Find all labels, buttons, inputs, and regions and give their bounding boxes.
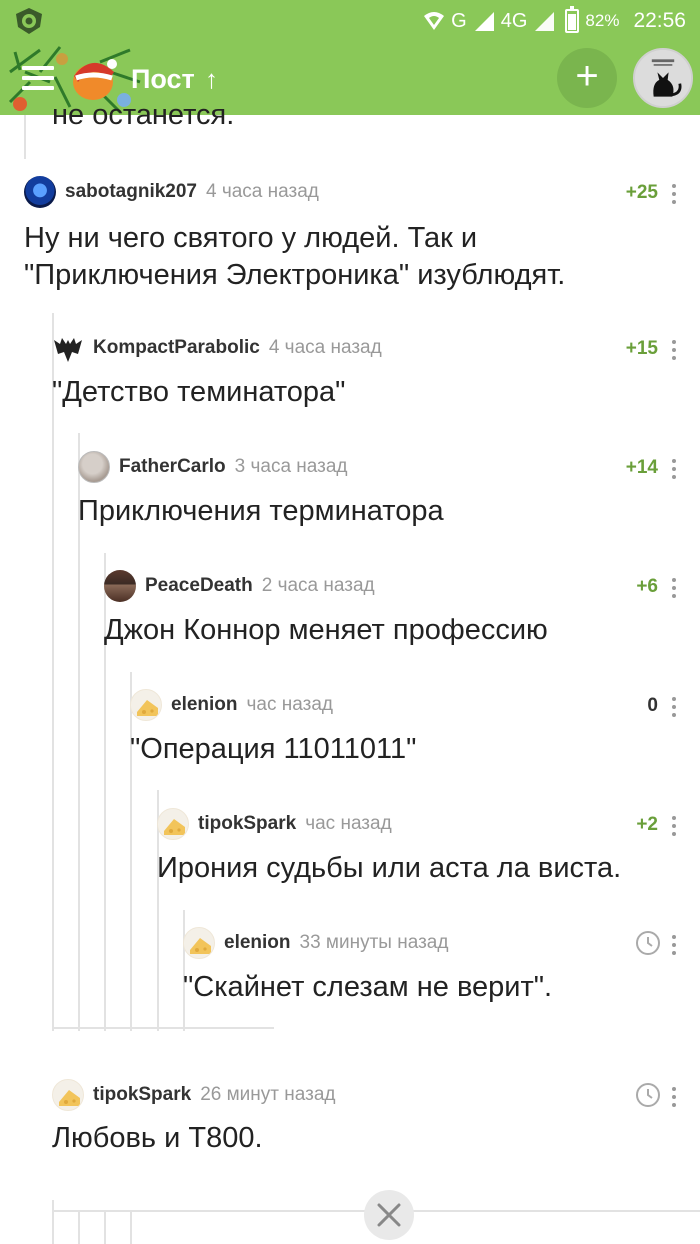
comment-time: 26 минут назад: [200, 1084, 336, 1105]
thread-line: [52, 1210, 382, 1212]
comment-text: Любовь и Т800.: [52, 1122, 263, 1154]
comment-text-line: "Приключения Электроника" изублюдят.: [24, 259, 566, 291]
more-icon[interactable]: [672, 184, 678, 204]
comment-header: tipokSpark час назад: [157, 807, 392, 841]
comment-header: elenion час назад: [130, 688, 333, 722]
clock-icon: [636, 1083, 660, 1107]
comment-header: PeaceDeath 2 часа назад: [104, 569, 375, 603]
username[interactable]: elenion: [171, 694, 238, 716]
thread-line: [52, 1200, 54, 1244]
thread-line: [52, 313, 54, 1031]
thread-line: [130, 1212, 132, 1244]
comment-rating: +2: [636, 814, 658, 835]
comment-text: "Детство теминатора": [52, 376, 346, 408]
comment-rating: +15: [625, 338, 658, 359]
username[interactable]: sabotagnik207: [65, 181, 197, 203]
comment-time: час назад: [305, 813, 392, 834]
battery-icon: [565, 6, 580, 33]
more-icon[interactable]: [672, 340, 678, 360]
comment-header: FatherCarlo 3 часа назад: [78, 450, 348, 484]
comment-time: час назад: [246, 694, 333, 715]
comment-text: Джон Коннор меняет профессию: [104, 614, 548, 646]
username[interactable]: PeaceDeath: [145, 575, 253, 597]
avatar[interactable]: [130, 689, 162, 721]
close-icon: [377, 1203, 401, 1227]
comment-header: KompactParabolic 4 часа назад: [52, 331, 382, 365]
comment-header: tipokSpark 26 минут назад: [52, 1078, 335, 1112]
thread-line: [24, 115, 26, 159]
avatar[interactable]: [183, 927, 215, 959]
cat-avatar-icon: [635, 50, 691, 106]
thread-line: [130, 672, 132, 1031]
close-button[interactable]: [364, 1190, 414, 1240]
bat-icon: [54, 338, 82, 362]
thread-line: [412, 1210, 700, 1212]
add-icon[interactable]: +: [557, 48, 617, 108]
username[interactable]: KompactParabolic: [93, 337, 260, 359]
wifi-icon: [424, 12, 445, 30]
comment-time: 4 часа назад: [206, 181, 319, 202]
status-bar: G 4G 82% 22:56: [0, 0, 700, 42]
username[interactable]: elenion: [224, 932, 291, 954]
comment-rating: +14: [625, 457, 658, 478]
avatar[interactable]: [52, 332, 84, 364]
cheese-icon: [137, 700, 158, 716]
avatar[interactable]: [24, 176, 56, 208]
cheese-icon: [59, 1090, 80, 1106]
comment-text: Ну ни чего святого у людей. Так и "Прикл…: [24, 220, 565, 294]
more-icon[interactable]: [672, 459, 678, 479]
avatar[interactable]: [52, 1079, 84, 1111]
menu-icon[interactable]: [22, 66, 54, 92]
clock-icon: [636, 931, 660, 955]
more-icon[interactable]: [672, 935, 678, 955]
cheese-icon: [164, 819, 185, 835]
comment-text-line: Ну ни чего святого у людей. Так и: [24, 222, 478, 254]
comment-text: Ирония судьбы или аста ла виста.: [157, 852, 622, 884]
signal-icon: [474, 12, 494, 31]
network-type-4g: 4G: [500, 9, 528, 32]
comment-text: "Скайнет слезам не верит".: [183, 971, 553, 1003]
more-icon[interactable]: [672, 1087, 678, 1107]
scroll-up-icon[interactable]: ↑: [205, 64, 218, 95]
username[interactable]: tipokSpark: [198, 813, 296, 835]
comment-time: 2 часа назад: [261, 575, 375, 596]
clipped-comment-text: не останется.: [52, 99, 235, 131]
comment-time: 4 часа назад: [268, 337, 382, 358]
comment-text: Приключения терминатора: [78, 495, 444, 527]
page-title: Пост: [131, 64, 195, 94]
comment-header: sabotagnik207 4 часа назад: [24, 175, 319, 209]
username[interactable]: FatherCarlo: [119, 456, 226, 478]
comment-time: 33 минуты назад: [299, 932, 449, 953]
thread-line: [78, 1212, 80, 1244]
signal-icon: [535, 12, 555, 31]
cheese-icon: [190, 938, 211, 954]
user-avatar[interactable]: [633, 48, 693, 108]
avatar[interactable]: [78, 451, 110, 483]
comment-time: 3 часа назад: [234, 456, 348, 477]
avatar[interactable]: [104, 570, 136, 602]
app-logo-icon: [16, 8, 42, 34]
more-icon[interactable]: [672, 697, 678, 717]
thread-line: [104, 1212, 106, 1244]
comment-text: "Операция 11011011": [130, 733, 417, 765]
thread-end-line: [52, 1027, 274, 1029]
avatar[interactable]: [157, 808, 189, 840]
more-icon[interactable]: [672, 578, 678, 598]
username[interactable]: tipokSpark: [93, 1084, 191, 1106]
comment-rating: +6: [636, 576, 658, 597]
network-type-g: G: [451, 9, 467, 32]
comment-rating: 0: [647, 695, 658, 716]
comment-rating: +25: [625, 182, 658, 203]
more-icon[interactable]: [672, 816, 678, 836]
clock-time: 22:56: [633, 9, 686, 32]
comment-header: elenion 33 минуты назад: [183, 926, 448, 960]
battery-percent: 82%: [585, 11, 620, 30]
